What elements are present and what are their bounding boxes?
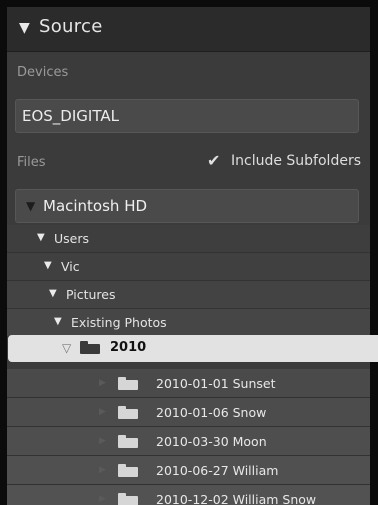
checkmark-icon[interactable]: ✔ — [207, 151, 220, 170]
folder-icon — [118, 464, 138, 477]
disclosure-triangle-icon[interactable]: ▶ — [99, 494, 106, 504]
tree-folder-users[interactable]: ▼ Users — [7, 225, 370, 253]
files-label: Files — [17, 155, 46, 170]
folder-icon — [118, 406, 138, 419]
folder-label: 2010-01-01 Sunset — [156, 376, 276, 391]
devices-label: Devices — [17, 65, 69, 80]
volume-macintosh-hd[interactable]: ▼ Macintosh HD — [15, 189, 359, 223]
disclosure-triangle-icon[interactable]: ▶ — [99, 407, 106, 417]
tree-folder-existing-photos[interactable]: ▼ Existing Photos — [7, 309, 370, 337]
disclosure-triangle-icon[interactable]: ▼ — [26, 199, 35, 213]
folder-label: 2010 — [110, 340, 147, 355]
folder-label: 2010-06-27 William — [156, 463, 279, 478]
folder-label: Pictures — [66, 287, 116, 302]
tree-folder-vic[interactable]: ▼ Vic — [7, 253, 370, 281]
disclosure-triangle-icon[interactable]: ▶ — [99, 378, 106, 388]
device-item-eos-digital[interactable]: EOS_DIGITAL — [15, 99, 359, 133]
device-name: EOS_DIGITAL — [22, 107, 119, 125]
tree-folder-2010-01-01-sunset[interactable]: ▶ 2010-01-01 Sunset — [7, 369, 370, 398]
disclosure-triangle-icon[interactable]: ▼ — [44, 260, 52, 271]
tree-folder-2010-12-02-william-snow[interactable]: ▶ 2010-12-02 William Snow — [7, 485, 370, 505]
folder-label: 2010-12-02 William Snow — [156, 492, 317, 505]
disclosure-triangle-icon[interactable]: ▶ — [99, 436, 106, 446]
folder-icon — [118, 377, 138, 390]
disclosure-triangle-outline-icon[interactable]: ▽ — [62, 341, 71, 355]
tree-folder-2010-01-06-snow[interactable]: ▶ 2010-01-06 Snow — [7, 398, 370, 427]
source-panel-header[interactable]: ▼ Source — [7, 7, 370, 52]
disclosure-triangle-icon[interactable]: ▼ — [54, 316, 62, 327]
source-panel: ▼ Source Devices EOS_DIGITAL Files ✔ Inc… — [7, 7, 370, 505]
panel-title: Source — [39, 16, 103, 37]
tree-folder-2010-06-27-william[interactable]: ▶ 2010-06-27 William — [7, 456, 370, 485]
folder-label: Existing Photos — [71, 315, 167, 330]
folder-label: Vic — [61, 259, 80, 274]
folder-label: Users — [54, 231, 90, 246]
folder-label: 2010-03-30 Moon — [156, 434, 267, 449]
disclosure-triangle-icon[interactable]: ▼ — [37, 232, 45, 243]
disclosure-triangle-icon[interactable]: ▼ — [49, 288, 57, 299]
folder-icon — [80, 341, 100, 354]
tree-folder-2010-03-30-moon[interactable]: ▶ 2010-03-30 Moon — [7, 427, 370, 456]
disclosure-triangle-icon[interactable]: ▶ — [99, 465, 106, 475]
tree-folder-2010-selected[interactable]: ▽ 2010 — [8, 335, 378, 362]
volume-name: Macintosh HD — [43, 197, 148, 215]
include-subfolders-label: Include Subfolders — [231, 153, 361, 169]
folder-icon — [118, 435, 138, 448]
folder-label: 2010-01-06 Snow — [156, 405, 267, 420]
collapse-triangle-icon[interactable]: ▼ — [19, 20, 30, 36]
folder-icon — [118, 493, 138, 505]
tree-folder-pictures[interactable]: ▼ Pictures — [7, 281, 370, 309]
